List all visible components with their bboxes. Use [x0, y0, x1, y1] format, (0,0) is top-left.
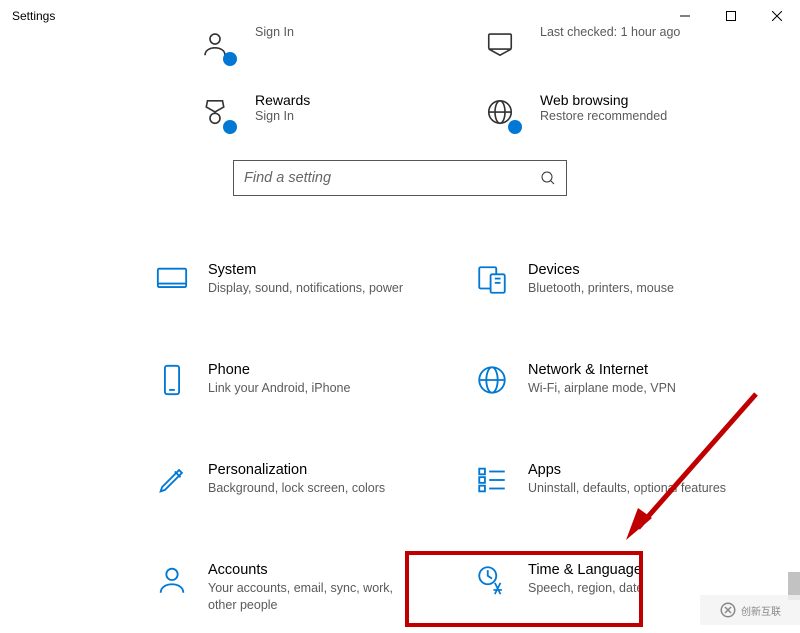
globe-icon	[474, 362, 510, 398]
category-network[interactable]: Network & Internet Wi-Fi, airplane mode,…	[470, 354, 740, 406]
account-icon	[195, 24, 235, 64]
phone-icon	[154, 362, 190, 398]
status-text: Last checked: 1 hour ago	[540, 24, 680, 41]
devices-icon	[474, 262, 510, 298]
category-sub: Speech, region, date	[528, 580, 643, 597]
status-badge	[223, 120, 237, 134]
person-icon	[154, 562, 190, 598]
window-title: Settings	[12, 9, 55, 23]
status-sub: Sign In	[255, 108, 310, 125]
search-icon	[540, 170, 556, 186]
category-sub: Your accounts, email, sync, work, other …	[208, 580, 408, 614]
search-wrap	[0, 160, 800, 196]
watermark-text: 创新互联	[741, 603, 781, 618]
status-text: Sign In	[255, 24, 294, 41]
update-icon	[480, 24, 520, 64]
category-title: Network & Internet	[528, 362, 676, 378]
status-sub: Restore recommended	[540, 108, 667, 125]
status-item-update[interactable]: Last checked: 1 hour ago	[480, 24, 740, 64]
settings-categories: System Display, sound, notifications, po…	[150, 254, 750, 622]
watermark: 创新互联	[700, 595, 800, 625]
status-area: Sign In Last checked: 1 hour ago	[0, 24, 800, 132]
category-accounts[interactable]: Accounts Your accounts, email, sync, wor…	[150, 554, 420, 622]
globe-icon	[480, 92, 520, 132]
status-sub: Sign In	[255, 24, 294, 41]
category-title: Phone	[208, 362, 350, 378]
system-icon	[154, 262, 190, 298]
status-sub: Last checked: 1 hour ago	[540, 24, 680, 41]
category-title: System	[208, 262, 403, 278]
search-input[interactable]	[244, 170, 540, 186]
category-phone[interactable]: Phone Link your Android, iPhone	[150, 354, 420, 406]
category-sub: Display, sound, notifications, power	[208, 280, 403, 297]
category-devices[interactable]: Devices Bluetooth, printers, mouse	[470, 254, 740, 306]
status-title: Rewards	[255, 92, 310, 108]
status-item-rewards[interactable]: Rewards Sign In	[195, 92, 455, 132]
rewards-icon	[195, 92, 235, 132]
category-title: Apps	[528, 462, 726, 478]
pen-icon	[154, 462, 190, 498]
status-item-webbrowsing[interactable]: Web browsing Restore recommended	[480, 92, 740, 132]
category-personalization[interactable]: Personalization Background, lock screen,…	[150, 454, 420, 506]
category-title: Devices	[528, 262, 674, 278]
status-text: Web browsing Restore recommended	[540, 92, 667, 125]
category-sub: Wi-Fi, airplane mode, VPN	[528, 380, 676, 397]
category-title: Personalization	[208, 462, 385, 478]
search-box[interactable]	[233, 160, 567, 196]
category-sub: Uninstall, defaults, optional features	[528, 480, 726, 497]
status-item-signin[interactable]: Sign In	[195, 24, 455, 64]
apps-icon	[474, 462, 510, 498]
category-system[interactable]: System Display, sound, notifications, po…	[150, 254, 420, 306]
category-sub: Bluetooth, printers, mouse	[528, 280, 674, 297]
status-text: Rewards Sign In	[255, 92, 310, 125]
category-apps[interactable]: Apps Uninstall, defaults, optional featu…	[470, 454, 740, 506]
status-badge	[223, 52, 237, 66]
category-title: Accounts	[208, 562, 408, 578]
category-sub: Link your Android, iPhone	[208, 380, 350, 397]
category-sub: Background, lock screen, colors	[208, 480, 385, 497]
category-title: Time & Language	[528, 562, 643, 578]
status-title: Web browsing	[540, 92, 667, 108]
status-badge	[508, 120, 522, 134]
time-language-icon	[474, 562, 510, 598]
